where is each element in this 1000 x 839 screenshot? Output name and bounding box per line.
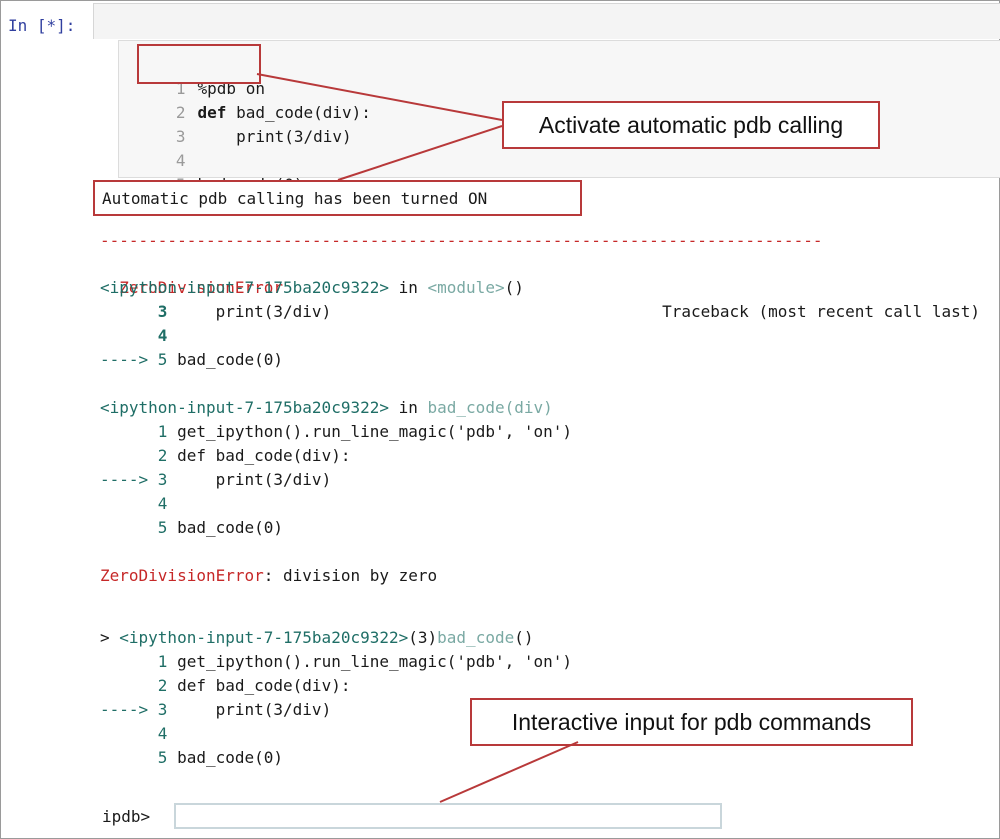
connector-pdb-on bbox=[256, 73, 503, 121]
callout-connectors bbox=[256, 73, 579, 803]
connector-ipdb-input bbox=[439, 741, 579, 803]
connector-pdb-status bbox=[337, 125, 503, 181]
